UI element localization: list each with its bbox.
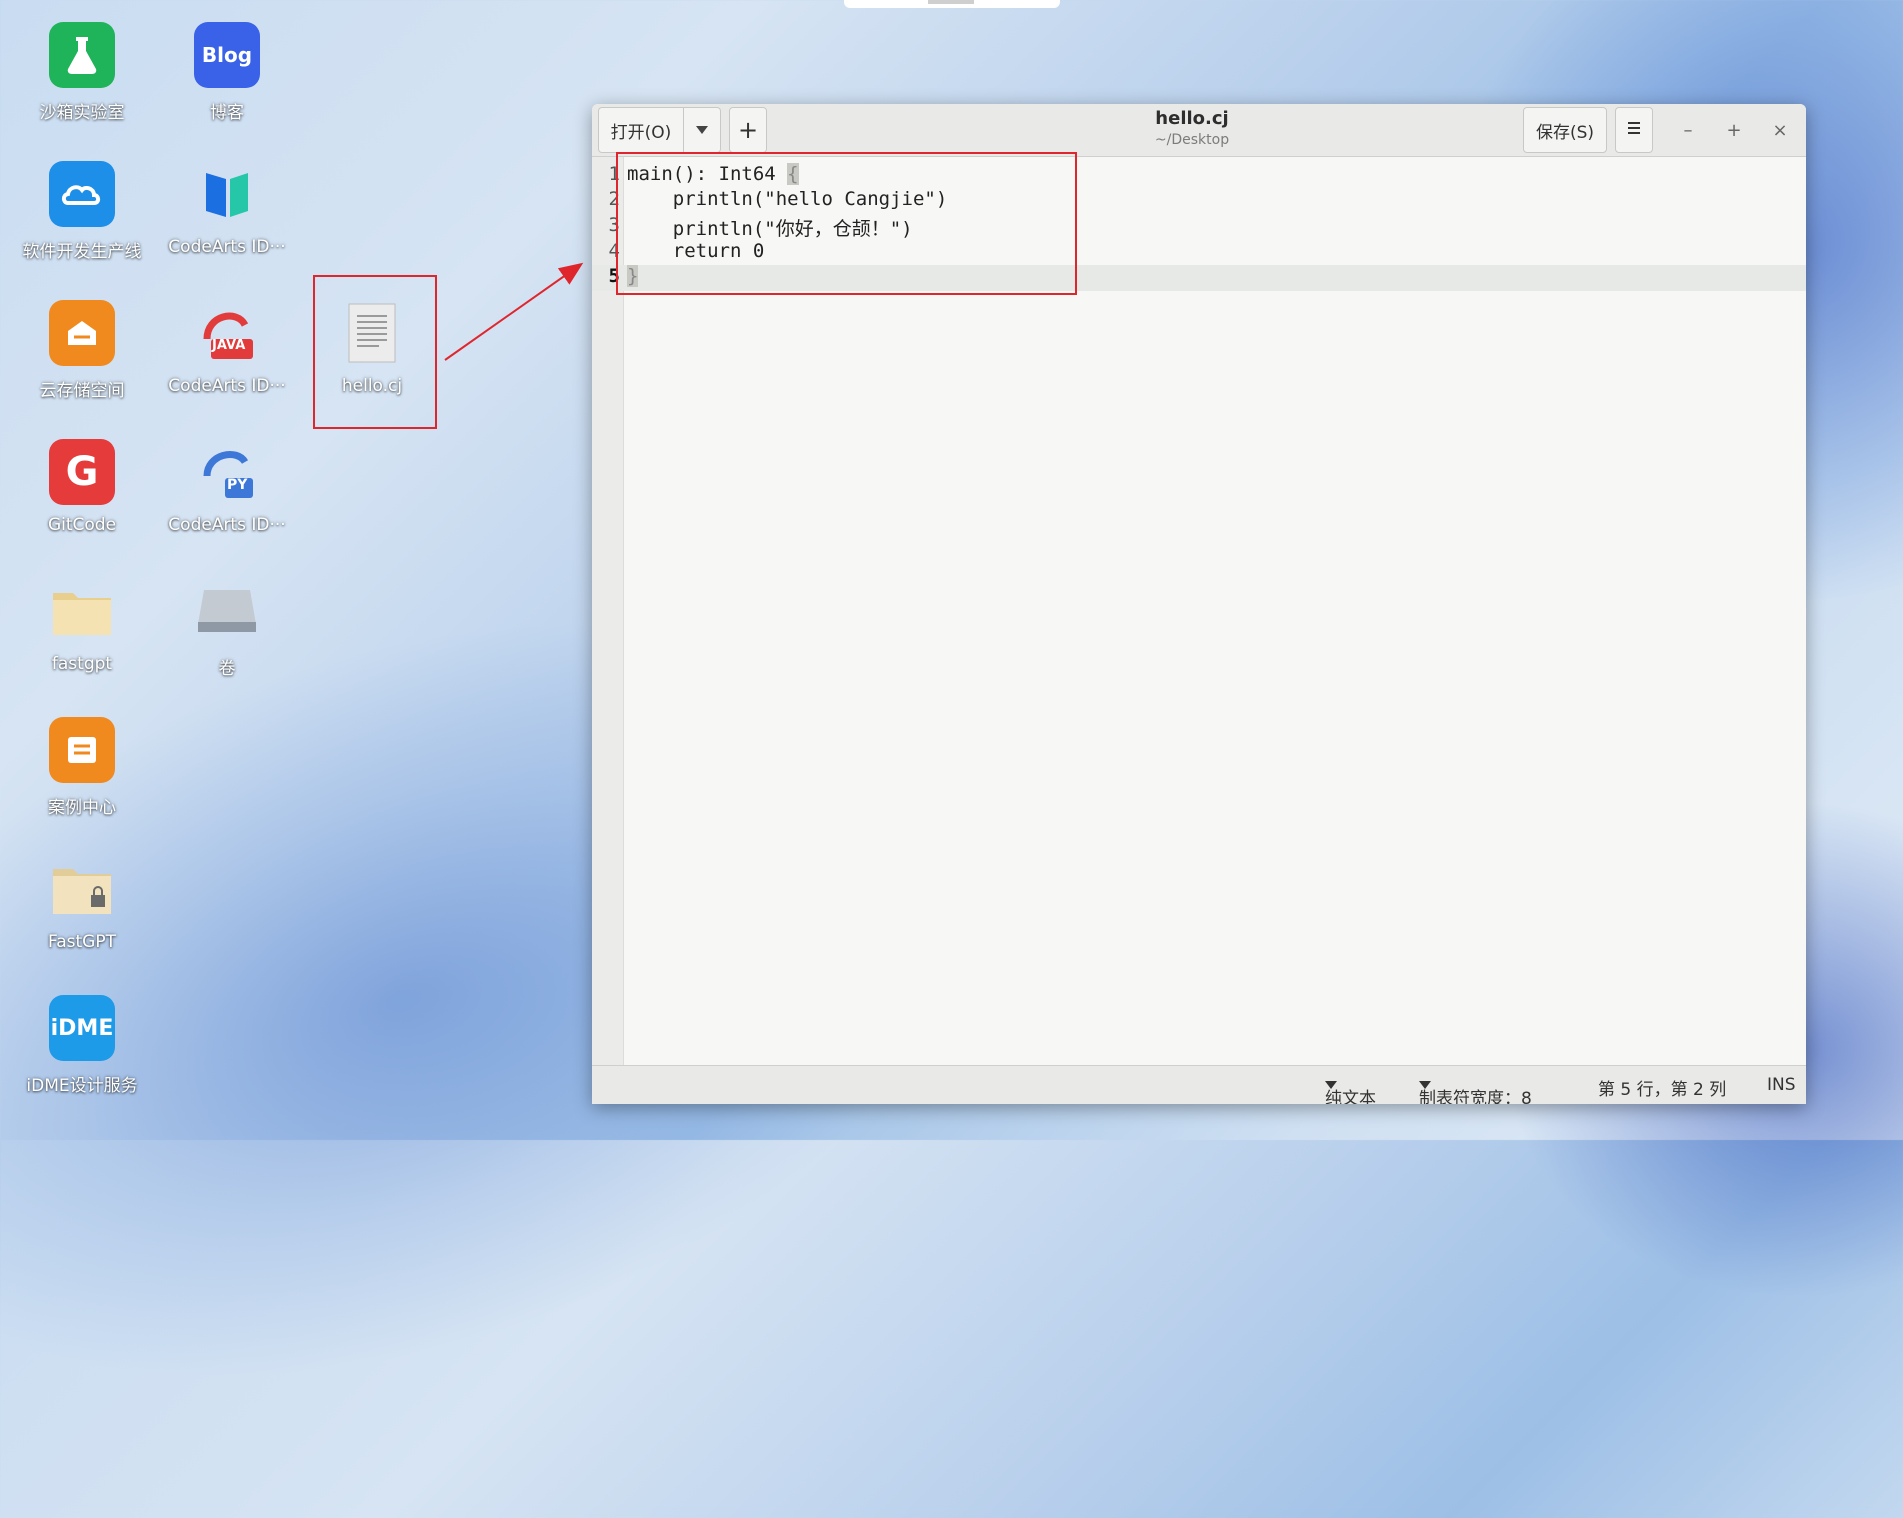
- window-title: hello.cj: [1155, 108, 1229, 129]
- titlebar: 打开(O) + hello.cj ~/Desktop 保存(S) – + ×: [592, 104, 1806, 157]
- minimize-button[interactable]: –: [1670, 112, 1706, 148]
- maximize-button[interactable]: +: [1716, 112, 1752, 148]
- window-title-area: hello.cj ~/Desktop: [992, 108, 1392, 148]
- window-subtitle: ~/Desktop: [1154, 132, 1230, 148]
- language-selector[interactable]: 纯文本: [1325, 1075, 1376, 1104]
- chevron-down-icon: [695, 120, 709, 140]
- close-button[interactable]: ×: [1762, 112, 1798, 148]
- menu-button[interactable]: [1615, 107, 1653, 153]
- open-dropdown-button[interactable]: [683, 107, 721, 153]
- annotation-box-code: [616, 152, 1077, 295]
- open-button[interactable]: 打开(O): [598, 107, 684, 153]
- save-button[interactable]: 保存(S): [1523, 107, 1607, 153]
- hamburger-menu-icon: [1627, 120, 1641, 140]
- cursor-position[interactable]: 第 5 行，第 2 列: [1598, 1075, 1726, 1100]
- tab-width-selector[interactable]: 制表符宽度：8: [1419, 1075, 1532, 1104]
- new-tab-button[interactable]: +: [729, 107, 767, 153]
- status-bar: 纯文本 制表符宽度：8 第 5 行，第 2 列 INS: [592, 1065, 1806, 1104]
- insert-mode: INS: [1767, 1075, 1796, 1095]
